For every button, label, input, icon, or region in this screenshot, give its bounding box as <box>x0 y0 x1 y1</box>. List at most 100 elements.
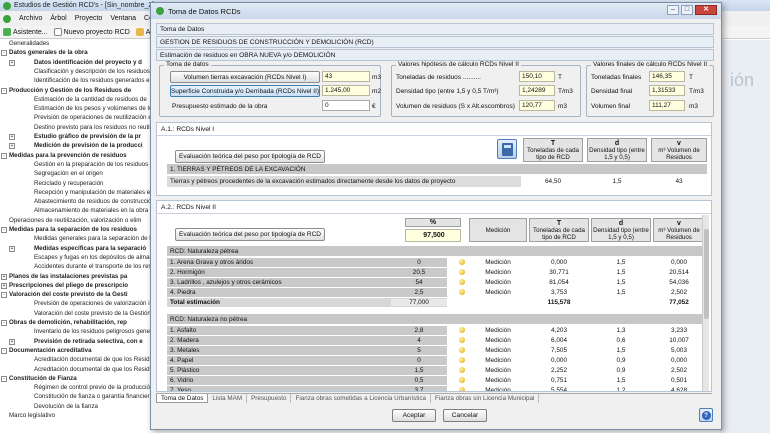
tree-item[interactable]: Abastecimiento de residuos de construcci… <box>34 198 150 206</box>
tree-expand-icon[interactable]: + <box>9 134 15 140</box>
tree-item[interactable]: Previsión de operaciones de valorización… <box>34 300 150 308</box>
medicion-link[interactable]: Medición <box>469 347 527 354</box>
tree-item[interactable]: Datos identificación del proyecto y d <box>34 59 142 67</box>
menu-proyecto[interactable]: Proyecto <box>75 15 103 22</box>
medicion-dot-icon[interactable] <box>459 259 465 265</box>
medicion-dot-icon[interactable] <box>459 387 465 391</box>
scrollbar-thumb[interactable] <box>704 229 709 319</box>
tab-toma-datos[interactable]: Toma de Datos <box>156 394 209 403</box>
menu-arbol[interactable]: Árbol <box>50 15 66 22</box>
tree-item[interactable]: Acreditación documental de que los Resid <box>34 366 150 374</box>
volumen-tierras-field[interactable]: 43 <box>322 71 370 82</box>
nivel-2-scrollbar[interactable] <box>702 215 709 391</box>
residue-pct[interactable]: 1,5 <box>391 367 447 374</box>
tree-collapse-icon[interactable]: - <box>1 87 7 94</box>
tree-collapse-icon[interactable]: - <box>1 50 7 57</box>
aceptar-button[interactable]: Aceptar <box>392 409 436 422</box>
tree-collapse-icon[interactable]: - <box>1 320 7 326</box>
tree-item[interactable]: Medidas para la prevención de residuos <box>9 152 127 160</box>
tree-expand-icon[interactable]: + <box>9 245 15 252</box>
toolbar-new-project-button[interactable]: Nuevo proyecto RCD <box>53 28 130 36</box>
tree-expand-icon[interactable]: + <box>9 143 15 150</box>
cancelar-button[interactable]: Cancelar <box>443 409 487 422</box>
tree-item[interactable]: Inventario de los residuos peligrosos ge… <box>34 328 150 336</box>
residue-d[interactable]: 1,5 <box>591 259 651 266</box>
tree-item[interactable]: Estimación de la cantidad de residuos de <box>34 96 147 104</box>
menu-archivo[interactable]: Archivo <box>19 15 42 22</box>
medicion-link[interactable]: Medición <box>469 377 527 384</box>
medicion-dot-icon[interactable] <box>459 367 465 373</box>
superficie-construida-button[interactable]: Superficie Construida y/o Derribada (RCD… <box>170 85 320 97</box>
tree-item[interactable]: Generalidades <box>9 40 49 48</box>
tree-collapse-icon[interactable]: - <box>1 227 7 233</box>
toolbar-wizard-button[interactable]: Asistente... <box>3 28 48 36</box>
tree-item[interactable]: Medidas específicas para la separació <box>34 245 146 253</box>
tree-item[interactable]: Medición de previsión de la producci <box>34 142 143 150</box>
residue-d[interactable]: 1,3 <box>591 327 651 334</box>
medicion-dot-icon[interactable] <box>459 279 465 285</box>
tree-item[interactable]: Almacenamiento de materiales en la obra <box>34 207 148 215</box>
minimize-icon[interactable]: – <box>667 5 679 15</box>
residue-d[interactable]: 0,9 <box>591 367 651 374</box>
residue-pct[interactable]: 2,8 <box>391 327 447 334</box>
tree-item[interactable]: Reciclado y recuperación <box>34 180 103 188</box>
superficie-construida-field[interactable]: 1.245,00 <box>322 85 370 96</box>
tree-item[interactable]: Planos de las instalaciones previstas pa <box>9 273 127 281</box>
close-icon[interactable]: ✕ <box>695 5 717 15</box>
medicion-link[interactable]: Medición <box>469 387 527 391</box>
medicion-dot-icon[interactable] <box>459 327 465 333</box>
app-menu-icon[interactable] <box>3 14 11 23</box>
tree-item[interactable]: Datos generales de la obra <box>9 49 88 57</box>
tree-item[interactable]: Clasificación y descripción de los resid… <box>34 68 150 76</box>
medicion-link[interactable]: Medición <box>469 269 527 276</box>
tree-item[interactable]: Operaciones de reutilización, valorizaci… <box>9 217 141 225</box>
tree-item[interactable]: Destino previsto para los residuos no re… <box>34 124 150 132</box>
residue-d[interactable]: 1,5 <box>591 269 651 276</box>
medicion-dot-icon[interactable] <box>459 269 465 275</box>
tree-item[interactable]: Obras de demolición, rehabilitación, rep <box>9 319 127 327</box>
tree-item[interactable]: Accidentes durante el transporte de los … <box>34 263 150 271</box>
residue-d[interactable]: 0,9 <box>591 357 651 364</box>
residue-d[interactable]: 1,2 <box>591 387 651 391</box>
tree-item[interactable]: Marco legislativo <box>9 412 55 420</box>
tab-fianza-sin-licencia[interactable]: Fianza obras sin Licencia Municipal <box>431 394 540 403</box>
tree-collapse-icon[interactable]: - <box>1 375 7 382</box>
tree-item[interactable]: Estimación de los pesos y volúmenes de l… <box>34 105 150 113</box>
nivel-2-evaluacion-button[interactable]: Evaluación teórica del peso por tipologí… <box>175 228 325 241</box>
medicion-link[interactable]: Medición <box>469 259 527 266</box>
residue-pct[interactable]: 2,5 <box>391 289 447 296</box>
help-button[interactable]: ? <box>699 408 713 422</box>
tree-collapse-icon[interactable]: - <box>1 152 7 159</box>
residue-pct[interactable]: 5 <box>391 347 447 354</box>
tree-item[interactable]: Estudio gráfico de previsión de la pr <box>34 133 141 141</box>
calculator-icon[interactable] <box>497 139 517 159</box>
tree-collapse-icon[interactable]: - <box>1 292 7 299</box>
medicion-dot-icon[interactable] <box>459 377 465 383</box>
residue-pct[interactable]: 54 <box>391 279 447 286</box>
tree-item[interactable]: Medidas generales para la separación de … <box>34 235 150 243</box>
residue-d[interactable]: 0,6 <box>591 337 651 344</box>
medicion-link[interactable]: Medición <box>469 367 527 374</box>
tree-item[interactable]: Acreditación documental de que los Resid <box>34 356 150 364</box>
menu-ventana[interactable]: Ventana <box>110 15 136 22</box>
volumen-tierras-button[interactable]: Volumen tierras excavación (RCDs Nivel I… <box>170 71 320 83</box>
medicion-dot-icon[interactable] <box>459 347 465 353</box>
tab-lista-mam[interactable]: Lista MAM <box>208 394 248 403</box>
tree-expand-icon[interactable]: + <box>1 282 7 289</box>
tree-item[interactable]: Medidas para la separación de los residu… <box>9 226 137 234</box>
tree-item[interactable]: Escapes y fugas en los depósitos de alma… <box>34 254 150 262</box>
residue-d[interactable]: 1,5 <box>591 289 651 296</box>
tree-item[interactable]: Constitución de fianza o garantía financ… <box>34 393 150 401</box>
tree-item[interactable]: Valoración del coste previsto de la Gest… <box>9 291 128 299</box>
tree-item[interactable]: Identificación de los residuos generados… <box>34 77 150 85</box>
tree-item[interactable]: Gestión en la preparación de los residuo… <box>34 161 150 169</box>
maximize-icon[interactable]: □ <box>681 5 693 15</box>
nivel-1-evaluacion-button[interactable]: Evaluación teórica del peso por tipologí… <box>175 150 325 163</box>
tree-item[interactable]: Recepción y manipulación de materiales e… <box>34 189 150 197</box>
residue-pct[interactable]: 20,5 <box>391 269 447 276</box>
residue-pct[interactable]: 4 <box>391 337 447 344</box>
medicion-link[interactable]: Medición <box>469 337 527 344</box>
tab-fianza-licencia[interactable]: Fianza obras sometidas a Licencia Urbaní… <box>291 394 432 403</box>
tree-item[interactable]: Valoración del coste previsto de la Gest… <box>34 310 150 318</box>
medicion-link[interactable]: Medición <box>469 327 527 334</box>
